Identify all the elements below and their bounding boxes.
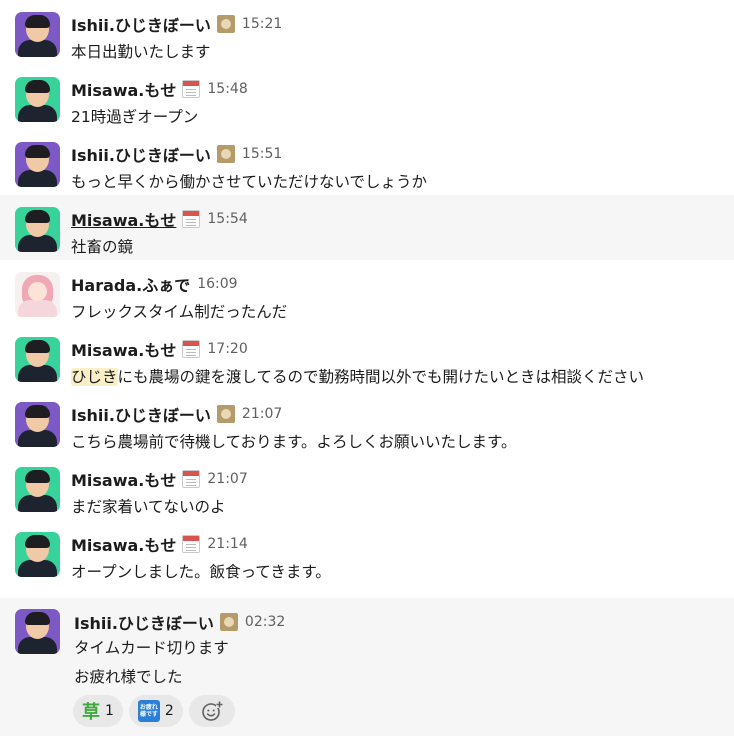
sender-name[interactable]: Ishii.ひじきぼーい xyxy=(71,142,211,166)
mention-link[interactable]: ひじき xyxy=(71,368,118,386)
calendar-icon xyxy=(182,340,201,358)
sender-name[interactable]: Ishii.ひじきぼーい xyxy=(71,12,211,36)
message: Misawa.もせ 21:07 まだ家着いてないのよ xyxy=(0,455,734,520)
sender-name[interactable]: Misawa.もせ xyxy=(71,77,176,101)
avatar[interactable] xyxy=(15,272,60,317)
message: Ishii.ひじきぼーい 21:07 こちら農場前で待機しております。よろしくお… xyxy=(0,390,734,455)
calendar-icon xyxy=(182,80,201,98)
message-text-rest: にも農場の鍵を渡してるので勤務時間以外でも開けたいときは相談ください xyxy=(117,368,645,386)
reaction-count: 2 xyxy=(164,703,174,719)
message-with-reactions: Ishii.ひじきぼーい 02:32 タイムカード切ります お疲れ様でした 草 … xyxy=(0,598,734,736)
message-feed: Ishii.ひじきぼーい 15:21 本日出勤いたします Misawa.もせ 1… xyxy=(0,0,734,736)
avatar[interactable] xyxy=(15,402,60,447)
avatar[interactable] xyxy=(15,142,60,187)
cat-icon xyxy=(219,613,238,631)
sender-name[interactable]: Misawa.もせ xyxy=(71,207,176,231)
cat-icon xyxy=(216,145,235,163)
timestamp[interactable]: 17:20 xyxy=(207,341,247,357)
sender-name[interactable]: Ishii.ひじきぼーい xyxy=(74,610,214,634)
message: Misawa.もせ 17:20 ひじきにも農場の鍵を渡してるので勤務時間以外でも… xyxy=(0,325,734,390)
avatar[interactable] xyxy=(15,532,60,577)
reaction-count: 1 xyxy=(105,703,114,719)
add-emoji-icon xyxy=(202,701,223,721)
otsukare-emoji-icon: お疲れ様です xyxy=(137,700,160,722)
avatar[interactable] xyxy=(15,77,60,122)
cat-icon xyxy=(216,405,235,423)
message-text: 本日出勤いたします xyxy=(71,43,211,61)
avatar[interactable] xyxy=(15,609,60,654)
timestamp[interactable]: 15:54 xyxy=(207,211,247,227)
sender-name[interactable]: Misawa.もせ xyxy=(71,337,176,361)
message-text: 社畜の鏡 xyxy=(71,238,134,256)
message-text: 21時過ぎオープン xyxy=(71,108,199,126)
message-line: タイムカード切ります xyxy=(74,639,229,657)
message-text: オープンしました。飯食ってきます。 xyxy=(71,563,331,581)
avatar[interactable] xyxy=(15,207,60,252)
calendar-icon xyxy=(182,210,201,228)
calendar-icon xyxy=(182,470,201,488)
message: Ishii.ひじきぼーい 15:51 もっと早くから働かさせていただけないでしょ… xyxy=(0,130,734,195)
message-text: まだ家着いてないのよ xyxy=(71,498,226,516)
sender-name[interactable]: Misawa.もせ xyxy=(71,532,176,556)
avatar[interactable] xyxy=(15,337,60,382)
message: Ishii.ひじきぼーい 15:21 本日出勤いたします xyxy=(0,0,734,65)
message-text: こちら農場前で待機しております。よろしくお願いいたします。 xyxy=(71,433,517,451)
reaction-otsukare[interactable]: お疲れ様です 2 xyxy=(128,695,183,727)
message-line: お疲れ様でした xyxy=(74,668,183,686)
message-text: フレックスタイム制だったんだ xyxy=(71,303,288,321)
message: Harada.ふぁで 16:09 フレックスタイム制だったんだ xyxy=(0,260,734,325)
timestamp[interactable]: 15:51 xyxy=(242,146,282,162)
timestamp[interactable]: 21:07 xyxy=(242,406,282,422)
message-text: もっと早くから働かさせていただけないでしょうか xyxy=(71,173,428,191)
cat-icon xyxy=(216,15,235,33)
add-reaction-button[interactable] xyxy=(188,695,235,727)
message: Misawa.もせ 15:48 21時過ぎオープン xyxy=(0,65,734,130)
timestamp[interactable]: 02:32 xyxy=(245,614,285,630)
sender-name[interactable]: Harada.ふぁで xyxy=(71,272,190,296)
timestamp[interactable]: 15:48 xyxy=(207,81,247,97)
kusa-emoji-icon: 草 xyxy=(82,702,100,723)
calendar-icon xyxy=(182,535,201,553)
reaction-bar: 草 1 お疲れ様です 2 xyxy=(73,695,235,727)
sender-name[interactable]: Misawa.もせ xyxy=(71,467,176,491)
avatar[interactable] xyxy=(15,467,60,512)
timestamp[interactable]: 21:07 xyxy=(207,471,247,487)
timestamp[interactable]: 21:14 xyxy=(207,536,247,552)
sender-name[interactable]: Ishii.ひじきぼーい xyxy=(71,402,211,426)
message-text: ひじきにも農場の鍵を渡してるので勤務時間以外でも開けたいときは相談ください xyxy=(71,365,644,387)
avatar[interactable] xyxy=(15,12,60,57)
message: Misawa.もせ 21:14 オープンしました。飯食ってきます。 xyxy=(0,520,734,585)
message-hovered: Misawa.もせ 15:54 社畜の鏡 xyxy=(0,195,734,260)
reaction-kusa[interactable]: 草 1 xyxy=(73,695,123,727)
timestamp[interactable]: 15:21 xyxy=(242,16,282,32)
timestamp[interactable]: 16:09 xyxy=(197,276,237,292)
